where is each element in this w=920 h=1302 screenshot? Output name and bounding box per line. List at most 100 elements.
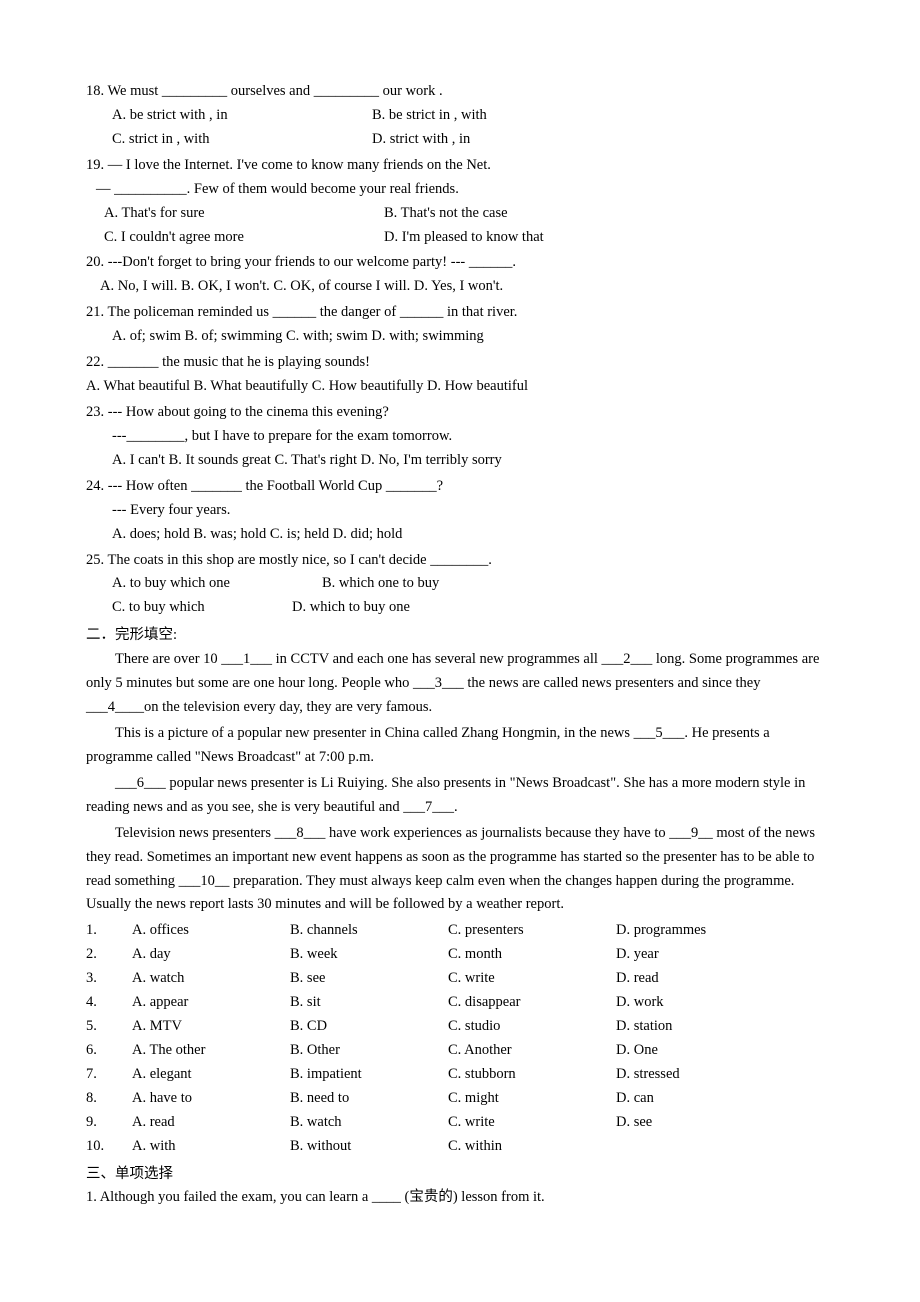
cloze-2-c: C. month <box>448 943 616 967</box>
cloze-5-d: D. station <box>616 1015 756 1039</box>
cloze-4-a: A. appear <box>132 991 290 1015</box>
cloze-10-a: A. with <box>132 1135 290 1159</box>
q23-line2: ---________, but I have to prepare for t… <box>86 425 834 449</box>
q19-opt-a: A. That's for sure <box>104 202 384 226</box>
cloze-row-9: 9.A. readB. watchC. writeD. see <box>86 1111 756 1135</box>
cloze-7-b: B. impatient <box>290 1063 448 1087</box>
q23-text: 23. --- How about going to the cinema th… <box>86 404 389 420</box>
cloze-6-c: C. Another <box>448 1039 616 1063</box>
q18-opts-row2: C. strict in , with D. strict with , in <box>86 128 834 152</box>
cloze-10-num: 10. <box>86 1135 132 1159</box>
cloze-row-10: 10.A. withB. withoutC. within <box>86 1135 756 1159</box>
question-21: 21. The policeman reminded us ______ the… <box>86 301 834 349</box>
cloze-9-a: A. read <box>132 1111 290 1135</box>
cloze-8-num: 8. <box>86 1087 132 1111</box>
cloze-7-a: A. elegant <box>132 1063 290 1087</box>
cloze-6-num: 6. <box>86 1039 132 1063</box>
q23-opts: A. I can't B. It sounds great C. That's … <box>86 449 834 473</box>
cloze-3-d: D. read <box>616 967 756 991</box>
q24-line2: --- Every four years. <box>86 499 834 523</box>
fill-q1: 1. Although you failed the exam, you can… <box>86 1186 834 1210</box>
cloze-3-a: A. watch <box>132 967 290 991</box>
cloze-7-c: C. stubborn <box>448 1063 616 1087</box>
cloze-4-num: 4. <box>86 991 132 1015</box>
cloze-5-a: A. MTV <box>132 1015 290 1039</box>
q18-opt-c: C. strict in , with <box>112 128 372 152</box>
cloze-2-b: B. week <box>290 943 448 967</box>
cloze-9-c: C. write <box>448 1111 616 1135</box>
q18-opts-row1: A. be strict with , in B. be strict in ,… <box>86 104 834 128</box>
cloze-options-table: 1.A. officesB. channelsC. presentersD. p… <box>86 919 756 1158</box>
cloze-8-a: A. have to <box>132 1087 290 1111</box>
q19-opts-row1: A. That's for sure B. That's not the cas… <box>86 202 834 226</box>
cloze-10-d <box>616 1135 756 1159</box>
cloze-8-d: D. can <box>616 1087 756 1111</box>
cloze-1-d: D. programmes <box>616 919 756 943</box>
q22-text: 22. _______ the music that he is playing… <box>86 354 370 370</box>
q24-opts: A. does; hold B. was; hold C. is; held D… <box>86 523 834 547</box>
cloze-10-b: B. without <box>290 1135 448 1159</box>
cloze-row-2: 2.A. dayB. weekC. monthD. year <box>86 943 756 967</box>
q22-opts: A. What beautiful B. What beautifully C.… <box>86 375 834 399</box>
q19-opt-c: C. I couldn't agree more <box>104 226 384 250</box>
q25-opt-d: D. which to buy one <box>292 596 410 620</box>
cloze-1-c: C. presenters <box>448 919 616 943</box>
q19-text: 19. — I love the Internet. I've come to … <box>86 157 491 173</box>
cloze-row-8: 8.A. have toB. need toC. mightD. can <box>86 1087 756 1111</box>
passage-p2: This is a picture of a popular new prese… <box>86 722 834 770</box>
cloze-2-a: A. day <box>132 943 290 967</box>
cloze-row-5: 5.A. MTVB. CDC. studioD. station <box>86 1015 756 1039</box>
cloze-7-num: 7. <box>86 1063 132 1087</box>
question-18: 18. We must _________ ourselves and ____… <box>86 80 834 152</box>
q25-opts-row1: A. to buy which one B. which one to buy <box>86 572 834 596</box>
cloze-3-b: B. see <box>290 967 448 991</box>
q18-text: 18. We must _________ ourselves and ____… <box>86 83 443 99</box>
cloze-7-d: D. stressed <box>616 1063 756 1087</box>
cloze-6-b: B. Other <box>290 1039 448 1063</box>
cloze-row-6: 6.A. The otherB. OtherC. AnotherD. One <box>86 1039 756 1063</box>
cloze-9-b: B. watch <box>290 1111 448 1135</box>
cloze-9-num: 9. <box>86 1111 132 1135</box>
q19-opt-b: B. That's not the case <box>384 202 508 226</box>
passage-p4: Television news presenters ___8___ have … <box>86 822 834 918</box>
cloze-9-d: D. see <box>616 1111 756 1135</box>
cloze-10-c: C. within <box>448 1135 616 1159</box>
cloze-row-7: 7.A. elegantB. impatientC. stubbornD. st… <box>86 1063 756 1087</box>
question-20: 20. ---Don't forget to bring your friend… <box>86 251 834 299</box>
question-23: 23. --- How about going to the cinema th… <box>86 401 834 473</box>
q25-text: 25. The coats in this shop are mostly ni… <box>86 552 492 568</box>
q18-opt-d: D. strict with , in <box>372 128 632 152</box>
q24-text: 24. --- How often _______ the Football W… <box>86 478 443 494</box>
cloze-6-d: D. One <box>616 1039 756 1063</box>
cloze-4-d: D. work <box>616 991 756 1015</box>
cloze-3-c: C. write <box>448 967 616 991</box>
question-25: 25. The coats in this shop are mostly ni… <box>86 549 834 621</box>
q25-opts-row2: C. to buy which D. which to buy one <box>86 596 834 620</box>
cloze-5-num: 5. <box>86 1015 132 1039</box>
cloze-4-b: B. sit <box>290 991 448 1015</box>
passage-p1: There are over 10 ___1___ in CCTV and ea… <box>86 648 834 720</box>
cloze-row-4: 4.A. appearB. sitC. disappearD. work <box>86 991 756 1015</box>
cloze-row-3: 3.A. watchB. seeC. writeD. read <box>86 967 756 991</box>
q20-text: 20. ---Don't forget to bring your friend… <box>86 254 516 270</box>
q18-opt-b: B. be strict in , with <box>372 104 632 128</box>
q19-opt-d: D. I'm pleased to know that <box>384 226 544 250</box>
q18-opt-a: A. be strict with , in <box>112 104 372 128</box>
question-19: 19. — I love the Internet. I've come to … <box>86 154 834 250</box>
question-24: 24. --- How often _______ the Football W… <box>86 475 834 547</box>
cloze-2-num: 2. <box>86 943 132 967</box>
section2-title: 二．完形填空: <box>86 624 834 648</box>
q20-opts: A. No, I will. B. OK, I won't. C. OK, of… <box>86 275 834 299</box>
cloze-2-d: D. year <box>616 943 756 967</box>
cloze-8-b: B. need to <box>290 1087 448 1111</box>
cloze-1-num: 1. <box>86 919 132 943</box>
q21-opts: A. of; swim B. of; swimming C. with; swi… <box>86 325 834 349</box>
q25-opt-c: C. to buy which <box>112 596 292 620</box>
question-22: 22. _______ the music that he is playing… <box>86 351 834 399</box>
q25-opt-b: B. which one to buy <box>322 572 439 596</box>
cloze-1-a: A. offices <box>132 919 290 943</box>
cloze-4-c: C. disappear <box>448 991 616 1015</box>
cloze-3-num: 3. <box>86 967 132 991</box>
cloze-8-c: C. might <box>448 1087 616 1111</box>
passage-p3: ___6___ popular news presenter is Li Rui… <box>86 772 834 820</box>
